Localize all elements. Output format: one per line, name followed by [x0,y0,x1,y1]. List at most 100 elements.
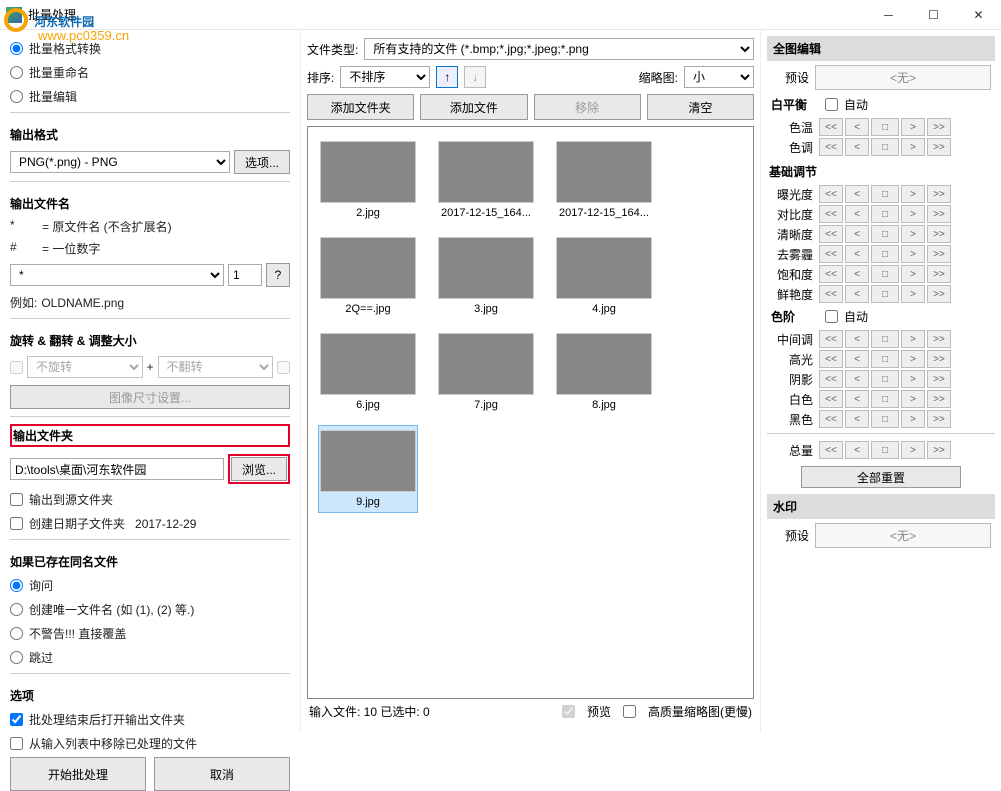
reset-all-button[interactable]: 全部重置 [801,466,961,488]
black-inc2[interactable]: >> [927,410,951,428]
conflict-skip-radio[interactable] [10,651,23,664]
clarity-inc2[interactable]: >> [927,225,951,243]
maximize-button[interactable]: ☐ [911,0,956,30]
white-dec2[interactable]: << [819,390,843,408]
total-dec2[interactable]: << [819,441,843,459]
close-button[interactable]: ✕ [956,0,1001,30]
white-dec[interactable]: < [845,390,869,408]
conflict-unique-radio[interactable] [10,603,23,616]
clarity-reset[interactable]: □ [871,225,899,243]
mode-rename-radio[interactable] [10,66,23,79]
temp-reset[interactable]: □ [871,118,899,136]
hi-dec[interactable]: < [845,350,869,368]
rotate-enable-check[interactable] [10,361,23,374]
black-inc[interactable]: > [901,410,925,428]
thumbnail-item[interactable]: 8.jpg [554,329,654,415]
white-inc2[interactable]: >> [927,390,951,408]
mid-inc2[interactable]: >> [927,330,951,348]
exposure-inc2[interactable]: >> [927,185,951,203]
conflict-ask-radio[interactable] [10,579,23,592]
white-reset[interactable]: □ [871,390,899,408]
tint-reset[interactable]: □ [871,138,899,156]
tint-dec2[interactable]: << [819,138,843,156]
black-reset[interactable]: □ [871,410,899,428]
clear-button[interactable]: 清空 [647,94,754,120]
output-format-select[interactable]: PNG(*.png) - PNG [10,151,230,173]
tint-inc2[interactable]: >> [927,138,951,156]
mode-edit-radio[interactable] [10,90,23,103]
total-reset[interactable]: □ [871,441,899,459]
contrast-inc2[interactable]: >> [927,205,951,223]
hi-dec2[interactable]: << [819,350,843,368]
temp-inc[interactable]: > [901,118,925,136]
sat-dec[interactable]: < [845,265,869,283]
thumbnail-item[interactable]: 2017-12-15_164... [436,137,536,223]
vib-dec[interactable]: < [845,285,869,303]
file-type-select[interactable]: 所有支持的文件 (*.bmp;*.jpg;*.jpeg;*.png [364,38,754,60]
sort-desc-button[interactable]: ↓ [464,66,486,88]
sat-dec2[interactable]: << [819,265,843,283]
sort-select[interactable]: 不排序 [340,66,430,88]
sh-dec[interactable]: < [845,370,869,388]
black-dec[interactable]: < [845,410,869,428]
hi-inc[interactable]: > [901,350,925,368]
temp-dec2[interactable]: << [819,118,843,136]
date-subfolder-check[interactable] [10,517,23,530]
format-options-button[interactable]: 选项... [234,150,290,174]
temp-dec[interactable]: < [845,118,869,136]
start-number-input[interactable] [228,264,262,286]
sh-inc[interactable]: > [901,370,925,388]
thumbnail-item[interactable]: 3.jpg [436,233,536,319]
minimize-button[interactable]: ─ [866,0,911,30]
remove-button[interactable]: 移除 [534,94,641,120]
mid-dec2[interactable]: << [819,330,843,348]
contrast-reset[interactable]: □ [871,205,899,223]
sh-reset[interactable]: □ [871,370,899,388]
start-button[interactable]: 开始批处理 [10,757,146,791]
add-file-button[interactable]: 添加文件 [420,94,527,120]
output-folder-input[interactable] [10,458,224,480]
sat-reset[interactable]: □ [871,265,899,283]
preview-check[interactable] [562,705,575,718]
remove-done-check[interactable] [10,737,23,750]
thumbnail-item[interactable]: 6.jpg [318,329,418,415]
vib-dec2[interactable]: << [819,285,843,303]
wm-preset-value[interactable]: <无> [815,523,991,548]
total-dec[interactable]: < [845,441,869,459]
vib-inc2[interactable]: >> [927,285,951,303]
sh-dec2[interactable]: << [819,370,843,388]
dehaze-reset[interactable]: □ [871,245,899,263]
thumbnail-item[interactable]: 4.jpg [554,233,654,319]
temp-inc2[interactable]: >> [927,118,951,136]
tint-dec[interactable]: < [845,138,869,156]
tint-inc[interactable]: > [901,138,925,156]
open-after-check[interactable] [10,713,23,726]
mode-convert-radio[interactable] [10,42,23,55]
clarity-inc[interactable]: > [901,225,925,243]
thumb-size-select[interactable]: 小 [684,66,754,88]
hi-inc2[interactable]: >> [927,350,951,368]
cancel-button[interactable]: 取消 [154,757,290,791]
sort-asc-button[interactable]: ↑ [436,66,458,88]
total-inc2[interactable]: >> [927,441,951,459]
exposure-reset[interactable]: □ [871,185,899,203]
total-inc[interactable]: > [901,441,925,459]
flip-select[interactable]: 不翻转 [158,356,274,378]
resize-button[interactable]: 图像尺寸设置... [10,385,290,409]
white-inc[interactable]: > [901,390,925,408]
thumbnail-item[interactable]: 2Q==.jpg [318,233,418,319]
black-dec2[interactable]: << [819,410,843,428]
flip-enable-check[interactable] [277,361,290,374]
contrast-dec[interactable]: < [845,205,869,223]
clarity-dec[interactable]: < [845,225,869,243]
clarity-dec2[interactable]: << [819,225,843,243]
exposure-inc[interactable]: > [901,185,925,203]
mid-dec[interactable]: < [845,330,869,348]
sh-inc2[interactable]: >> [927,370,951,388]
vib-inc[interactable]: > [901,285,925,303]
name-pattern-input[interactable]: * [10,264,224,286]
exposure-dec2[interactable]: << [819,185,843,203]
output-to-source-check[interactable] [10,493,23,506]
thumbnail-grid[interactable]: 2.jpg2017-12-15_164...2017-12-15_164...2… [307,126,754,699]
add-folder-button[interactable]: 添加文件夹 [307,94,414,120]
